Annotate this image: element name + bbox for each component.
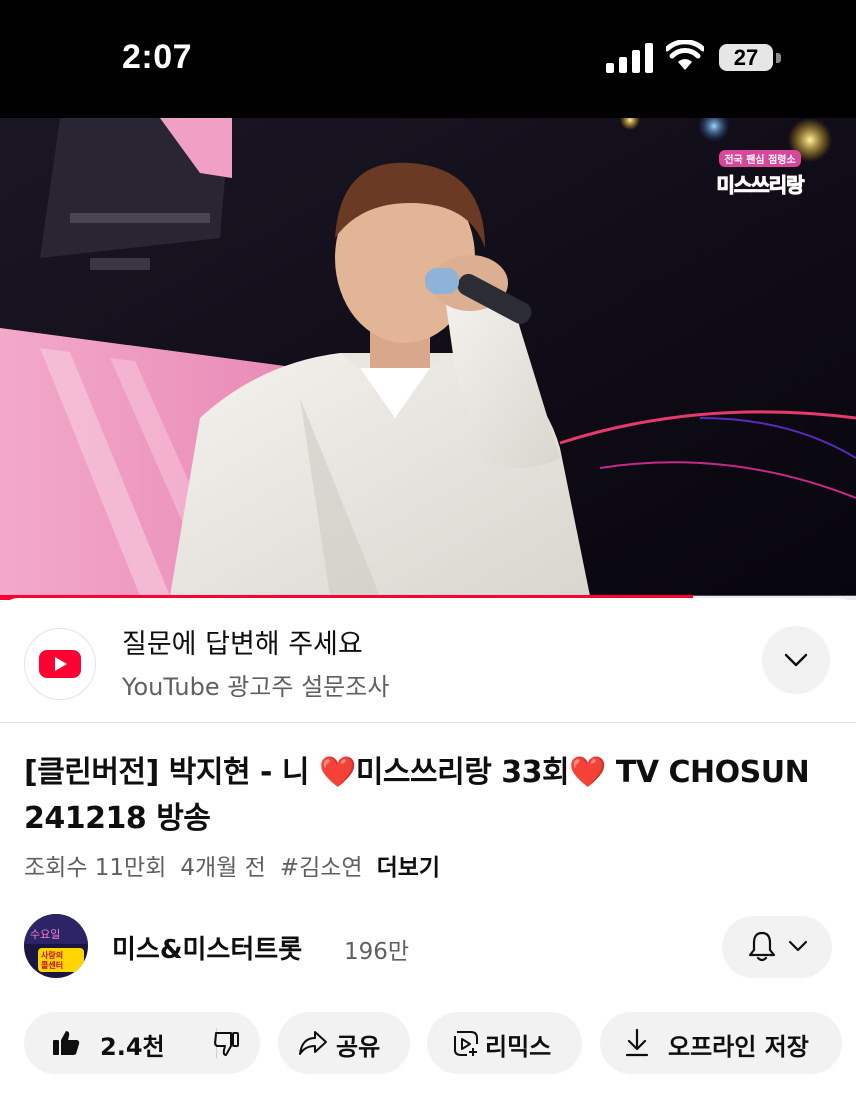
video-title-part: [클린버전] 박지현 - 니 [24, 755, 319, 790]
show-logo-subtitle: 전국 팬심 점령소 [719, 150, 801, 167]
heart-emoji: ❤️ [318, 755, 356, 790]
svg-text:수요일: 수요일 [30, 927, 60, 941]
view-count: 조회수 11만회 [24, 855, 167, 881]
video-player[interactable]: 전국 팬심 점령소 미스쓰리랑 [0, 118, 856, 596]
share-button[interactable]: 공유 [278, 1012, 410, 1074]
like-count[interactable]: 2.4천 [100, 1027, 165, 1062]
video-meta[interactable]: 조회수 11만회 4개월 전 #김소연 더보기 [24, 848, 454, 882]
youtube-logo-icon [24, 628, 96, 700]
video-details-sheet: 질문에 답변해 주세요 YouTube 광고주 설문조사 [클린버전] 박지현 … [0, 598, 856, 1102]
channel-name[interactable]: 미스&미스터트롯 [112, 929, 302, 966]
channel-avatar[interactable]: 수요일 사랑의 콜센터 [24, 914, 88, 978]
chevron-down-icon [788, 940, 808, 952]
hashtag-link[interactable]: #김소연 [280, 855, 363, 881]
battery-cap [776, 53, 781, 63]
bell-icon [748, 931, 776, 962]
wifi-icon [666, 40, 704, 70]
status-time: 2:07 [122, 38, 193, 76]
subscriber-count: 196만 [344, 939, 410, 965]
share-label: 공유 [336, 1033, 381, 1061]
more-button[interactable]: 더보기 [377, 855, 440, 881]
action-bar: 2.4천 공유 리믹스 오프라인 저장 [0, 1012, 856, 1076]
download-label: 오프라인 저장 [668, 1033, 809, 1061]
remix-label: 리믹스 [485, 1033, 552, 1061]
chevron-down-icon [784, 653, 808, 667]
download-icon [625, 1028, 649, 1057]
show-logo: 전국 팬심 점령소 미스쓰리랑 [704, 148, 816, 210]
survey-subtitle: YouTube 광고주 설문조사 [122, 673, 390, 701]
status-bar: 2:07 27 [0, 0, 856, 118]
remix-icon [454, 1031, 478, 1056]
thumbs-up-icon[interactable] [52, 1030, 80, 1056]
signal-icon [606, 43, 653, 73]
like-dislike-group: 2.4천 [24, 1012, 260, 1074]
download-button[interactable]: 오프라인 저장 [600, 1012, 842, 1074]
video-title-part: 미스쓰리랑 33회 [355, 755, 570, 790]
heart-emoji: ❤️ [569, 755, 606, 790]
survey-title: 질문에 답변해 주세요 [122, 629, 363, 660]
battery-icon: 27 [719, 44, 773, 71]
svg-text:사랑의: 사랑의 [41, 950, 63, 960]
video-title[interactable]: [클린버전] 박지현 - 니 ❤️미스쓰리랑 33회❤️ TV CHOSUN 2… [24, 750, 824, 842]
remix-button[interactable]: 리믹스 [427, 1012, 582, 1074]
survey-expand-button[interactable] [762, 626, 830, 694]
upload-age: 4개월 전 [180, 855, 266, 881]
notification-bell-button[interactable] [722, 916, 832, 978]
show-logo-title: 미스쓰리랑 [716, 173, 805, 198]
svg-text:콜센터: 콜센터 [41, 960, 63, 970]
share-icon [299, 1031, 327, 1055]
advertiser-survey-card[interactable]: 질문에 답변해 주세요 YouTube 광고주 설문조사 [0, 598, 856, 723]
thumbs-down-icon[interactable] [214, 1032, 240, 1056]
